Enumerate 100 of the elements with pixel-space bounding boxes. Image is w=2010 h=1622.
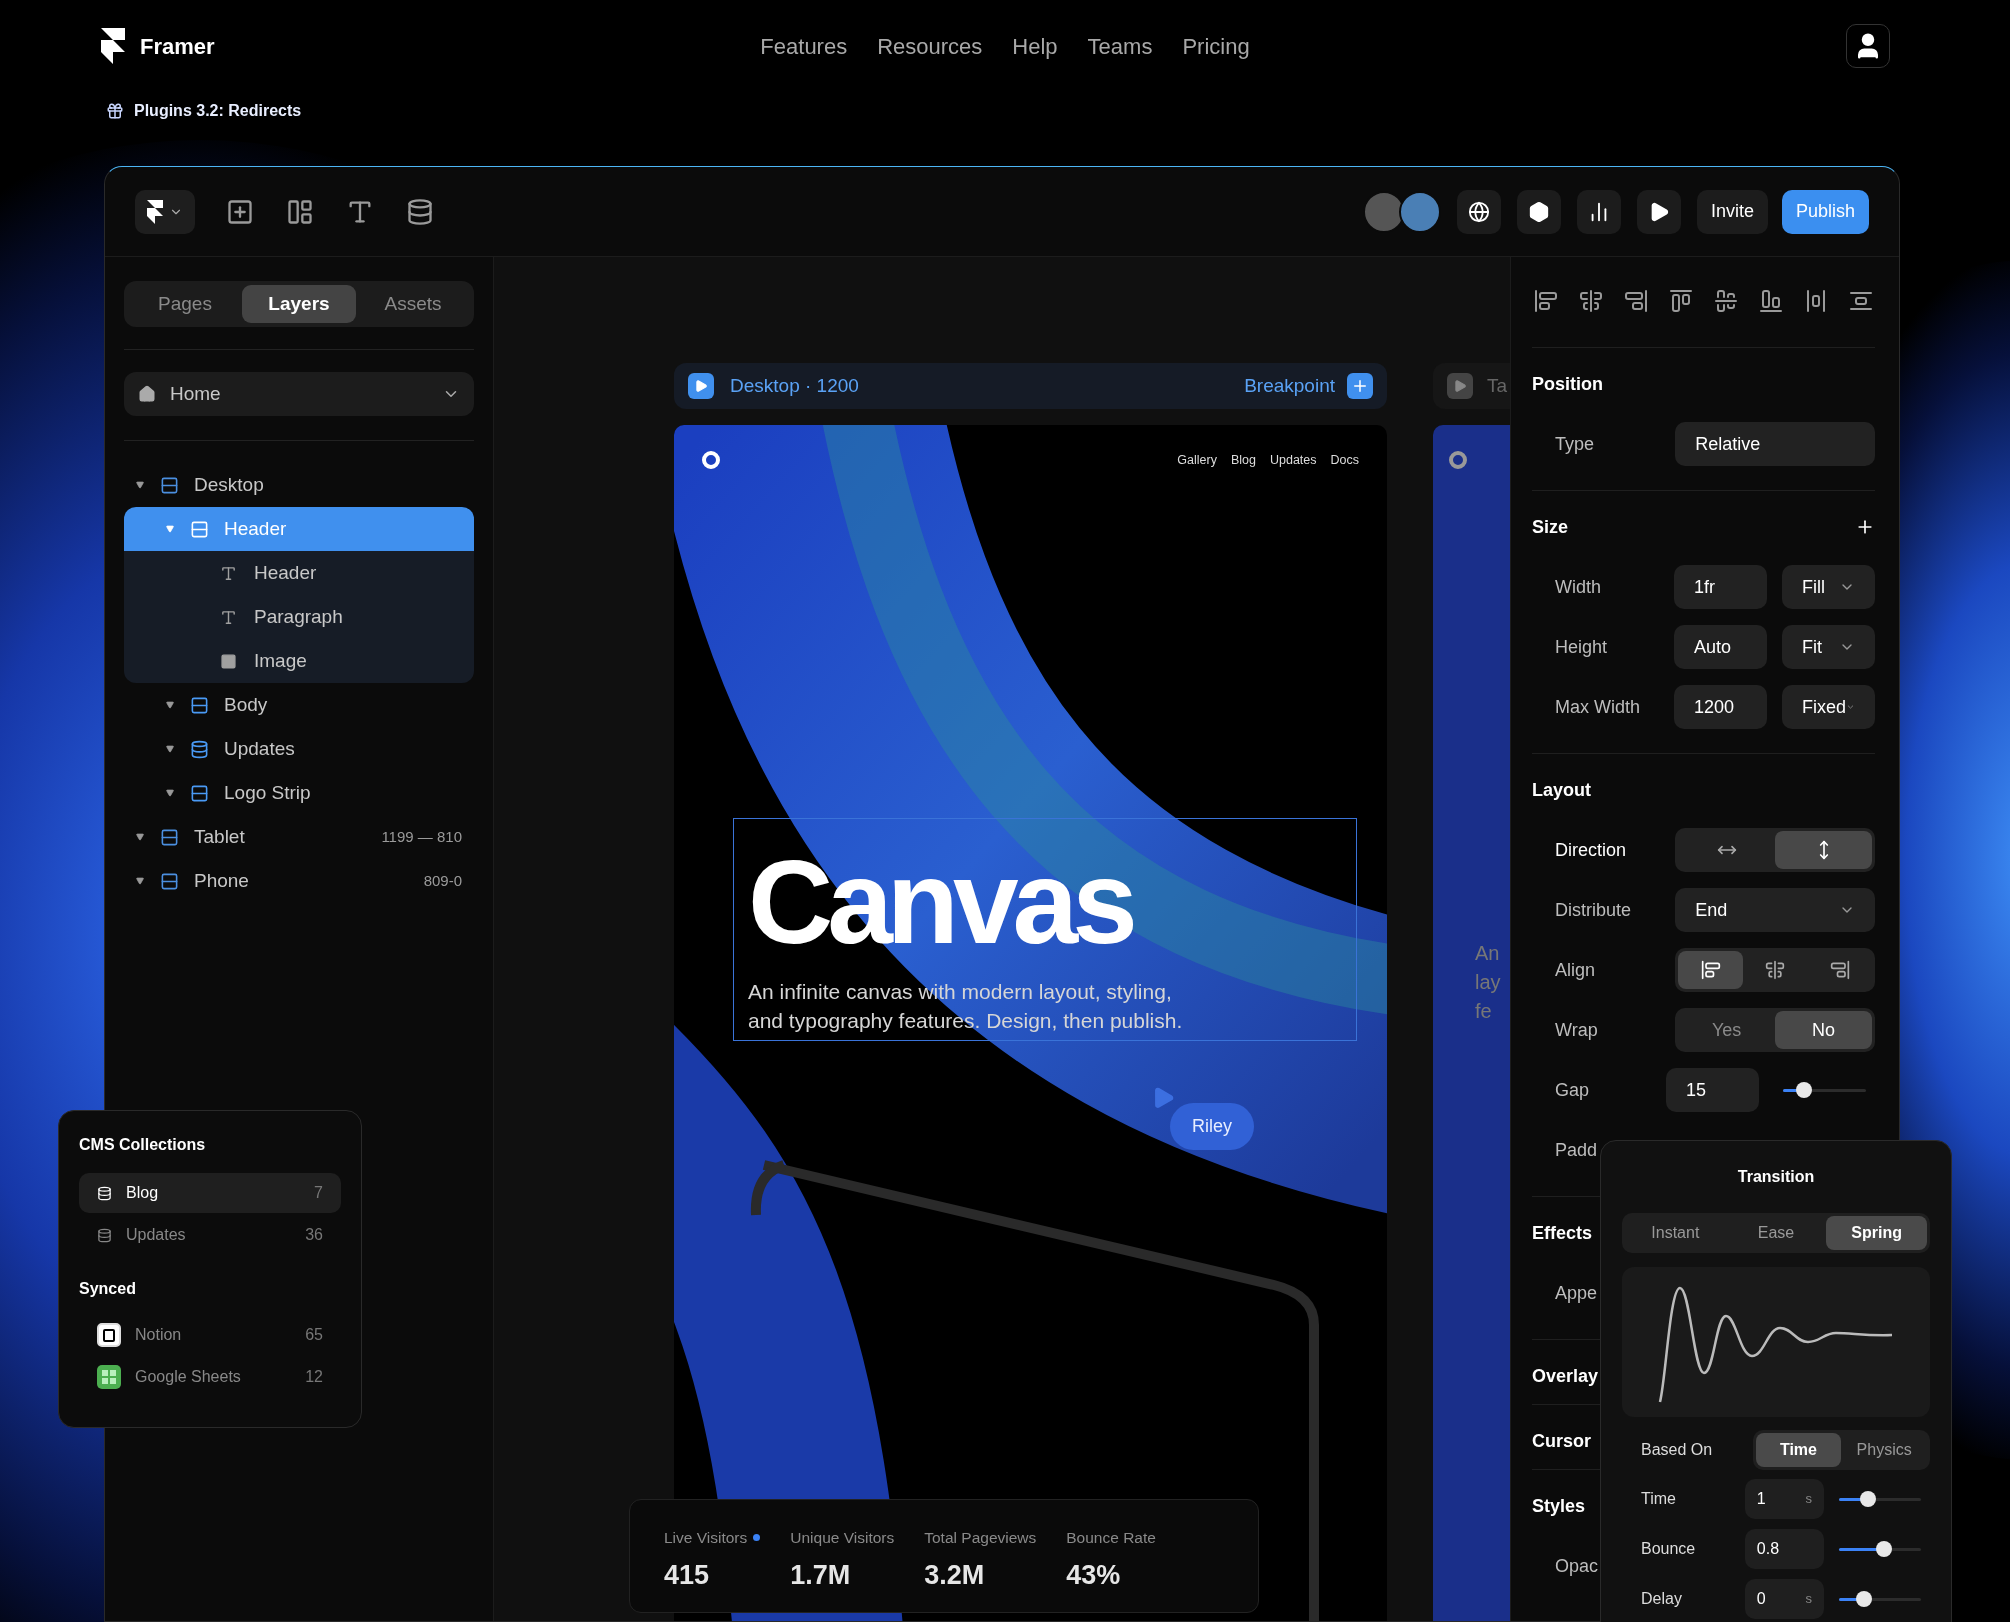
align-right-icon: [1829, 960, 1850, 980]
segment-option[interactable]: Time: [1755, 1433, 1842, 1467]
slider-thumb[interactable]: [1795, 1082, 1812, 1098]
stat-label: Unique Visitors: [790, 1528, 895, 1548]
align-bottom-icon: [1759, 289, 1783, 313]
preview-nav-link[interactable]: Updates: [1269, 451, 1317, 470]
text-icon: [220, 608, 237, 626]
panel-tab[interactable]: Pages: [128, 285, 242, 323]
framer-logo-icon: [100, 28, 126, 64]
mode-dropdown[interactable]: Fixed: [1782, 685, 1875, 729]
distribute-vertical-icon: [1849, 289, 1873, 313]
synced-source[interactable]: Notion 65: [79, 1319, 341, 1351]
align-right-icon: [1624, 289, 1648, 313]
nav-link[interactable]: Features: [760, 29, 848, 63]
add-breakpoint-button[interactable]: Breakpoint: [1244, 371, 1373, 401]
value-field[interactable]: Auto: [1674, 625, 1767, 669]
value-field[interactable]: 0 s: [1744, 1579, 1824, 1619]
toolbar-button[interactable]: [1516, 189, 1561, 234]
align-button[interactable]: [1622, 287, 1650, 315]
announcement-link[interactable]: Plugins 3.2: Redirects: [134, 99, 302, 123]
value-field[interactable]: 0.8: [1744, 1529, 1824, 1569]
value-field[interactable]: 1 s: [1744, 1479, 1824, 1519]
popover-subtitle: Synced: [79, 1279, 137, 1299]
transition-tab[interactable]: Ease: [1725, 1216, 1827, 1250]
preview-nav-link[interactable]: Blog: [1230, 451, 1256, 470]
hexagon-icon: [1527, 200, 1550, 223]
collection-item[interactable]: Blog 7: [79, 1173, 341, 1213]
type-field[interactable]: Relative: [1675, 422, 1875, 466]
slider-thumb[interactable]: [1855, 1591, 1872, 1607]
layer-row[interactable]: Tablet 1199 — 810: [124, 815, 474, 859]
value-field[interactable]: 1fr: [1674, 565, 1767, 609]
segment-option[interactable]: Yes: [1678, 1011, 1776, 1049]
layer-row[interactable]: Updates: [124, 727, 474, 771]
mode-dropdown[interactable]: Fit: [1782, 625, 1875, 669]
segment-option[interactable]: Physics: [1841, 1433, 1927, 1467]
property-label: Align: [1555, 958, 1596, 982]
transition-tab[interactable]: Spring: [1826, 1216, 1927, 1250]
layer-row[interactable]: Body: [124, 683, 474, 727]
stat-value: 415: [664, 1559, 711, 1593]
play-icon: [1447, 373, 1473, 399]
align-middle-icon: [1714, 289, 1738, 313]
synced-source[interactable]: Google Sheets 12: [79, 1361, 341, 1393]
framer-logo-icon: [147, 199, 163, 224]
caret-icon: [166, 701, 174, 709]
preview-nav-link[interactable]: Gallery: [1177, 451, 1217, 470]
panel-tab[interactable]: Assets: [356, 285, 470, 323]
layer-name: Header: [254, 560, 318, 585]
align-button[interactable]: [1667, 287, 1695, 315]
plus-icon: [1347, 373, 1373, 399]
menu-button[interactable]: [135, 189, 195, 234]
align-button[interactable]: [1712, 287, 1740, 315]
section-title: Size: [1532, 515, 1569, 539]
mode-dropdown[interactable]: Fill: [1782, 565, 1875, 609]
align-button[interactable]: [1532, 287, 1560, 315]
align-left-icon: [1700, 960, 1721, 980]
layer-name: Desktop: [194, 472, 265, 497]
value-field[interactable]: 1200: [1674, 685, 1767, 729]
tool-button[interactable]: [405, 196, 435, 227]
align-left-icon: [1534, 289, 1558, 313]
panel-tab[interactable]: Layers: [242, 285, 356, 323]
slider-thumb[interactable]: [1859, 1491, 1876, 1507]
section-title: Cursor: [1532, 1429, 1591, 1453]
account-button[interactable]: [1846, 24, 1890, 68]
property-label: Gap: [1555, 1078, 1590, 1102]
nav-link[interactable]: Pricing: [1182, 29, 1250, 63]
layer-row[interactable]: Header: [124, 551, 474, 595]
value-field[interactable]: 15: [1666, 1068, 1759, 1112]
nav-link[interactable]: Teams: [1087, 29, 1153, 63]
segment-option[interactable]: No: [1775, 1011, 1872, 1049]
preview-nav-link[interactable]: Docs: [1330, 451, 1359, 470]
toolbar-button[interactable]: [1576, 189, 1621, 234]
layer-row[interactable]: Paragraph: [124, 595, 474, 639]
collection-item[interactable]: Updates 36: [79, 1215, 341, 1255]
toolbar-button[interactable]: [1636, 189, 1681, 234]
layer-row[interactable]: Phone 809-0: [124, 859, 474, 903]
layer-row[interactable]: Image: [124, 639, 474, 683]
notion-icon: [97, 1323, 121, 1347]
distribute-dropdown[interactable]: End: [1675, 888, 1875, 932]
stack-icon: [190, 695, 209, 715]
layer-row[interactable]: Logo Strip: [124, 771, 474, 815]
transition-tab[interactable]: Instant: [1625, 1216, 1726, 1250]
distribute-horizontal-icon: [1804, 289, 1828, 313]
gift-icon: [106, 102, 124, 120]
layer-name: Tablet: [194, 824, 246, 849]
page-select[interactable]: Home: [124, 372, 474, 416]
align-button[interactable]: [1757, 287, 1785, 315]
nav-link[interactable]: Help: [1012, 29, 1058, 63]
section-title: Layout: [1532, 778, 1591, 802]
align-button[interactable]: [1577, 287, 1605, 315]
slider-thumb[interactable]: [1876, 1541, 1893, 1557]
toolbar-button[interactable]: [1456, 189, 1501, 234]
stat-value: 1.7M: [790, 1559, 852, 1593]
invite-button[interactable]: Invite: [1696, 189, 1768, 234]
layout-icon: [286, 197, 314, 226]
segment-option[interactable]: [1678, 951, 1743, 989]
text-icon: [220, 564, 237, 582]
logo-ring-icon: [1449, 451, 1467, 469]
layer-row[interactable]: Desktop: [124, 463, 474, 507]
nav-link[interactable]: Resources: [877, 29, 983, 63]
property-label: Opac: [1555, 1554, 1599, 1578]
